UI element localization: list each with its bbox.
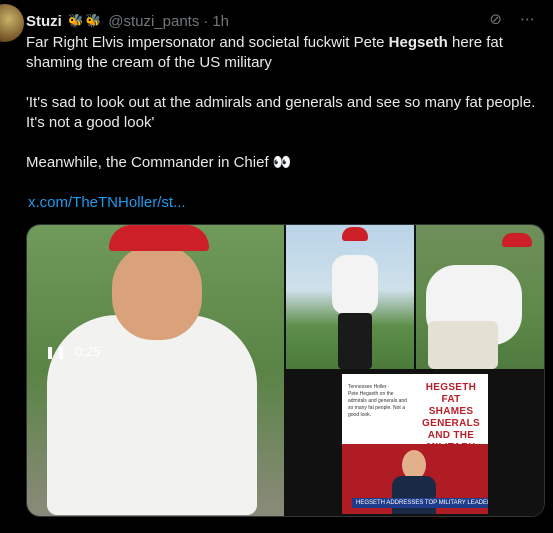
- tweet-text: Far Right Elvis impersonator and societa…: [26, 33, 538, 213]
- video-chyron: HEGSETH ADDRESSES TOP MILITARY LEADERS: [352, 498, 488, 508]
- author-handle[interactable]: @stuzi_pants: [108, 13, 199, 30]
- tweet-header: Stuzi 🐝🐝 @stuzi_pants · 1h ⊘ ⋯: [26, 10, 541, 32]
- tweet-text-part: Far Right Elvis impersonator and societa…: [26, 34, 389, 51]
- video-player-control[interactable]: ❚❚ 0:25: [45, 344, 100, 359]
- author-emoji: 🐝🐝: [67, 13, 103, 28]
- tweet-link[interactable]: x.com/TheTNHoller/st...: [28, 194, 186, 211]
- more-icon[interactable]: ⋯: [520, 10, 535, 28]
- avatar[interactable]: [0, 4, 24, 42]
- tweet-text-bold: Hegseth: [388, 34, 448, 51]
- tweet-quote: 'It's sad to look out at the admirals an…: [26, 94, 536, 131]
- timestamp[interactable]: 1h: [212, 13, 229, 30]
- grok-icon[interactable]: ⊘: [489, 10, 502, 28]
- pause-icon[interactable]: ❚❚: [45, 345, 67, 359]
- media-grid: Tennessee Holler · Pete Hegseth on the ad…: [26, 224, 545, 517]
- photo-2[interactable]: [286, 225, 414, 369]
- author-name[interactable]: Stuzi: [26, 13, 62, 30]
- tweet-line3: Meanwhile, the Commander in Chief 👀: [26, 154, 292, 171]
- video-thumbnail[interactable]: Tennessee Holler · Pete Hegseth on the ad…: [286, 371, 544, 516]
- photo-1[interactable]: [27, 225, 284, 516]
- video-time: 0:25: [75, 344, 101, 359]
- photo-3[interactable]: [416, 225, 544, 369]
- separator-dot: ·: [203, 12, 209, 30]
